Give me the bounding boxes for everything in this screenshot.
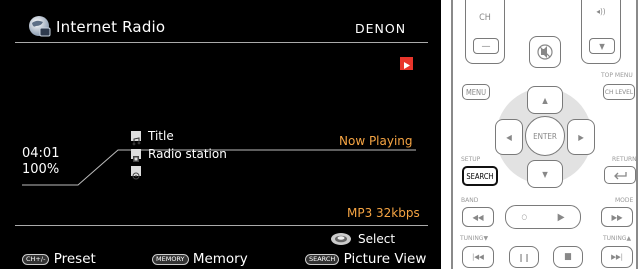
rewind-button[interactable]: ◀◀ (462, 207, 494, 227)
remote-edge-left (451, 0, 453, 269)
tuning-up-label: TUNING▲ (603, 235, 632, 242)
fast-forward-button[interactable]: ▶▶ (601, 207, 633, 227)
track-title: Title (148, 129, 174, 143)
search-button[interactable]: SEARCH (462, 166, 498, 186)
mute-button[interactable] (529, 36, 561, 68)
tv-screen: Internet Radio DENON Now Playing 04:01 1… (0, 0, 441, 269)
ch-key-badge: CH+/- (22, 254, 50, 265)
memory-key-badge: MEMORY (152, 254, 189, 265)
previous-button[interactable]: |◀◀ (462, 246, 494, 268)
setup-label: SETUP (461, 156, 481, 163)
preset-label: Preset (53, 251, 96, 267)
tuning-down-label: TUNING▼ (460, 235, 489, 242)
mute-icon (537, 44, 553, 60)
info-frame-line (22, 149, 416, 186)
dpad-up-button[interactable]: ▲ (527, 86, 563, 114)
enter-disc-icon (331, 233, 351, 245)
memory-label: Memory (192, 251, 248, 267)
buffer-percent: 100% (22, 162, 60, 177)
play-button[interactable]: ○ ▶ (505, 205, 581, 229)
dpad-left-button[interactable]: ◀ (495, 119, 523, 155)
next-button[interactable]: ▶▶| (601, 246, 633, 268)
channel-rocker[interactable]: CH (465, 0, 505, 64)
return-button[interactable] (604, 166, 636, 184)
remote-control-illustration: CH — ◂)) ▼ TOP MENU MENU CH LEVEL ▲ ▼ ◀ … (441, 0, 641, 269)
dpad-right-button[interactable]: ▶ (567, 119, 595, 155)
band-label: BAND (461, 197, 479, 204)
dpad-down-button[interactable]: ▼ (527, 160, 563, 188)
elapsed-time: 04:01 (22, 146, 60, 161)
volume-down-button[interactable]: ▼ (589, 38, 615, 54)
menu-button[interactable]: MENU (462, 84, 490, 100)
picture-view-label: Picture View (343, 251, 427, 267)
return-arrow-icon (614, 172, 627, 180)
album-icon (131, 166, 141, 180)
search-key-badge: SEARCH (305, 254, 340, 265)
music-note-icon (131, 131, 141, 146)
footer-divider (15, 225, 428, 226)
mode-label: MODE (615, 197, 634, 204)
return-label: RETURN (612, 156, 637, 163)
remote-edge-right (636, 0, 638, 269)
format-label: MP3 32kbps (347, 206, 420, 220)
radio-station-icon (131, 149, 141, 162)
picture-view-hint: SEARCH Picture View (305, 251, 426, 267)
volume-rocker[interactable]: ◂)) (581, 0, 621, 64)
station-name: Radio station (148, 147, 227, 161)
ch-level-button[interactable]: CH LEVEL (603, 84, 635, 100)
channel-down-button[interactable]: — (473, 38, 499, 54)
pause-button[interactable]: ❙❙ (509, 246, 539, 268)
stop-button[interactable]: ■ (553, 246, 583, 268)
select-hint: Select (358, 232, 396, 246)
ch-label: CH (479, 13, 491, 23)
top-menu-label: TOP MENU (601, 72, 633, 79)
memory-hint: MEMORY Memory (152, 251, 248, 267)
preset-hint: CH+/- Preset (22, 251, 96, 267)
enter-button[interactable]: ENTER (525, 116, 565, 156)
